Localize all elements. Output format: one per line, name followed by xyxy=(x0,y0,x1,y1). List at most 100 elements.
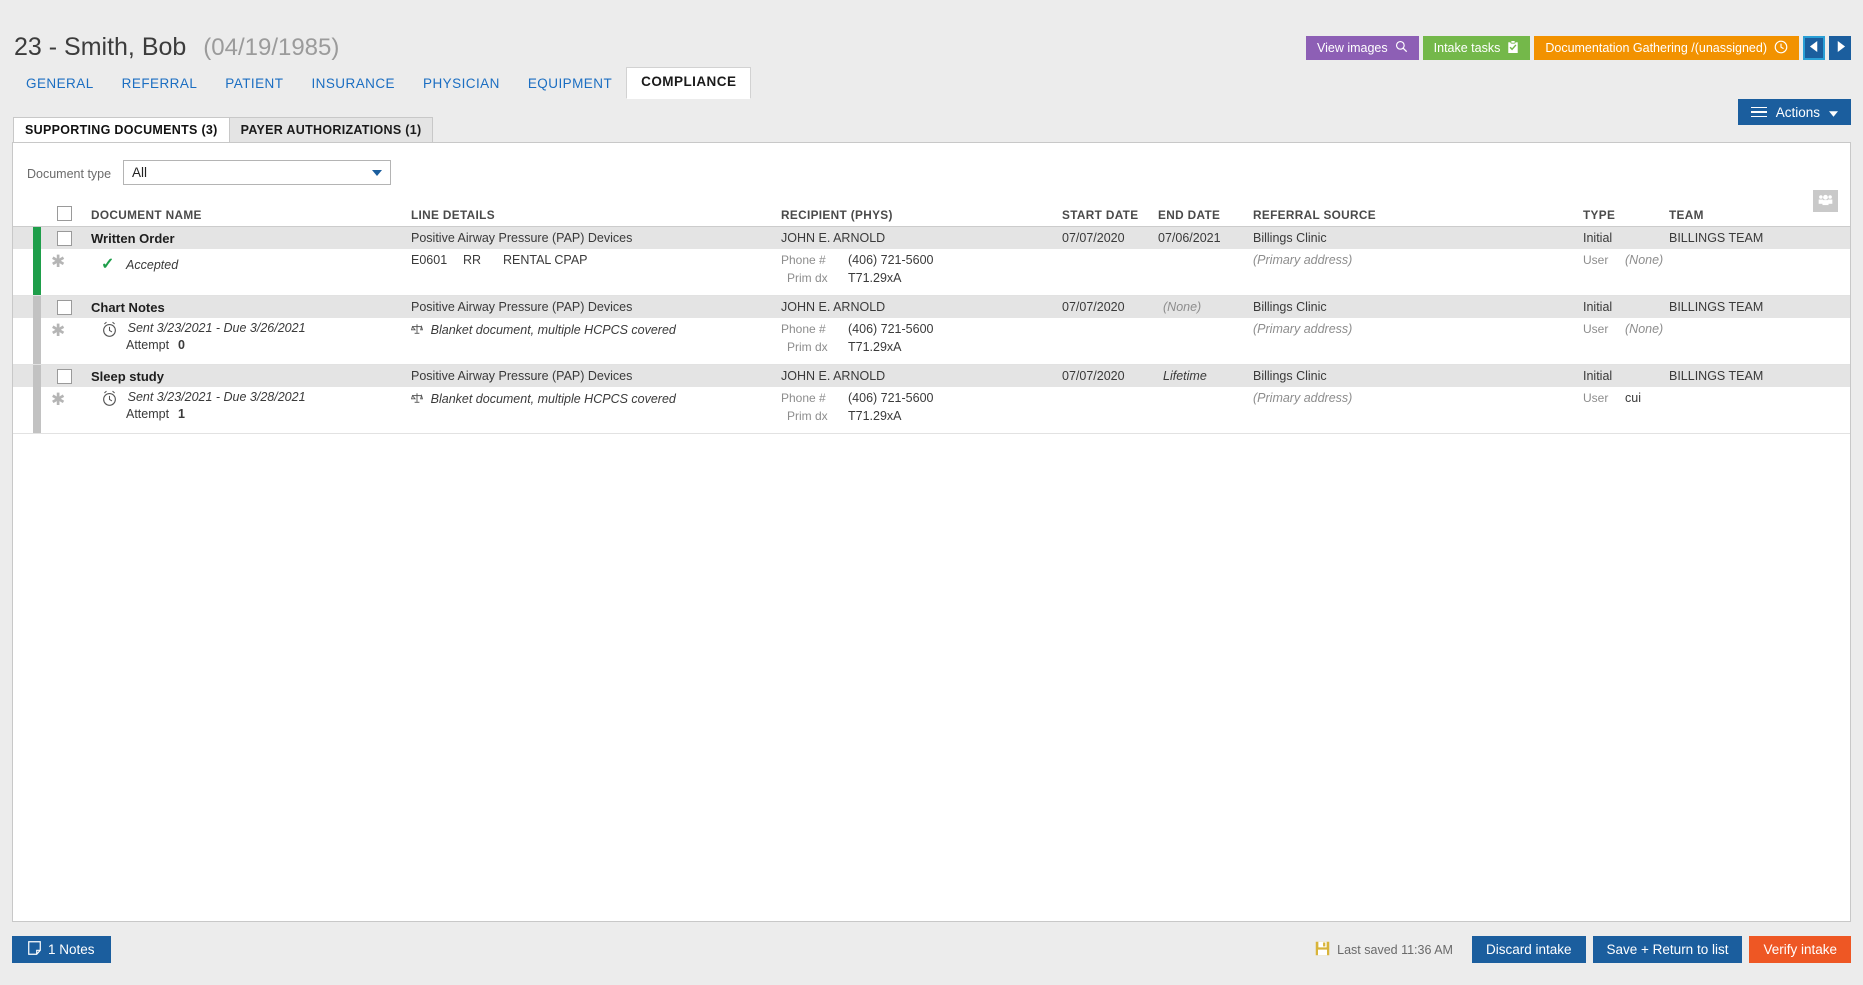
notes-button[interactable]: 1 Notes xyxy=(12,936,111,963)
tab-referral[interactable]: REFERRAL xyxy=(108,69,212,99)
line-details: Positive Airway Pressure (PAP) Devices xyxy=(411,369,633,383)
document-status-label: Accepted xyxy=(126,258,179,272)
attempt-value: 0 xyxy=(178,338,185,352)
referral-source: Billings Clinic xyxy=(1253,369,1327,383)
referral-address: (Primary address) xyxy=(1253,391,1353,405)
recipient-physician: JOHN E. ARNOLD xyxy=(781,300,886,314)
referral-address: (Primary address) xyxy=(1253,322,1353,336)
tab-patient[interactable]: PATIENT xyxy=(211,69,297,99)
line-detail-note-label: Blanket document, multiple HCPCS covered xyxy=(430,392,676,406)
document-type: Initial xyxy=(1583,369,1613,383)
chevron-left-icon xyxy=(1809,40,1820,56)
save-disk-icon xyxy=(1315,941,1330,959)
row-checkbox[interactable] xyxy=(57,231,72,246)
row-band xyxy=(13,296,1850,318)
footer-actions: Last saved 11:36 AM Discard intake Save … xyxy=(1315,936,1851,963)
hcpcs-code: E0601 xyxy=(411,253,448,267)
phone-value: (406) 721-5600 xyxy=(848,322,934,336)
table-row[interactable]: ✱ Written Order ✓ Accepted Positive Airw… xyxy=(13,227,1850,296)
actions-button[interactable]: Actions xyxy=(1737,99,1851,125)
last-saved-status: Last saved 11:36 AM xyxy=(1315,941,1453,959)
filter-row: Document type All xyxy=(13,157,1850,212)
table-row[interactable]: ✱ Sleep study Sent 3/23/2021 - Due 3/28/… xyxy=(13,365,1850,434)
discard-intake-button[interactable]: Discard intake xyxy=(1471,936,1586,963)
patient-name: 23 - Smith, Bob xyxy=(14,33,187,61)
header-action-buttons: View images Intake tasks Documentation G… xyxy=(1306,36,1851,60)
primary-dx-value: T71.29xA xyxy=(848,340,902,354)
recipient-physician: JOHN E. ARNOLD xyxy=(781,231,886,245)
col-end-date[interactable]: END DATE xyxy=(1158,208,1220,222)
tab-physician[interactable]: PHYSICIAN xyxy=(409,69,514,99)
clipboard-check-icon xyxy=(1507,39,1519,57)
view-images-button[interactable]: View images xyxy=(1306,36,1419,60)
patient-header: 23 - Smith, Bob (04/19/1985) GENERAL REF… xyxy=(0,0,1863,125)
start-date: 07/07/2020 xyxy=(1062,231,1125,245)
start-date: 07/07/2020 xyxy=(1062,369,1125,383)
blanket-document-icon xyxy=(410,323,424,338)
line-detail-note-label: Blanket document, multiple HCPCS covered xyxy=(430,323,676,337)
primary-nav-tabs: GENERAL REFERRAL PATIENT INSURANCE PHYSI… xyxy=(12,67,752,99)
document-status-label: Sent 3/23/2021 - Due 3/26/2021 xyxy=(127,321,306,335)
supporting-documents-grid: DOCUMENT NAME LINE DETAILS RECIPIENT (PH… xyxy=(13,204,1850,921)
favorite-star-icon[interactable]: ✱ xyxy=(51,253,65,270)
tab-equipment[interactable]: EQUIPMENT xyxy=(514,69,626,99)
row-checkbox[interactable] xyxy=(57,369,72,384)
next-record-button[interactable] xyxy=(1829,36,1851,60)
search-icon xyxy=(1395,40,1408,56)
hcpcs-description: RENTAL CPAP xyxy=(503,253,588,267)
row-checkbox[interactable] xyxy=(57,300,72,315)
document-type-label: Document type xyxy=(27,167,112,181)
attempt-label: Attempt xyxy=(126,407,170,421)
col-team[interactable]: TEAM xyxy=(1669,208,1704,222)
start-date: 07/07/2020 xyxy=(1062,300,1125,314)
favorite-star-icon[interactable]: ✱ xyxy=(51,391,65,408)
end-date: 07/06/2021 xyxy=(1158,231,1221,245)
select-all-checkbox[interactable] xyxy=(57,206,72,221)
tab-supporting-documents[interactable]: SUPPORTING DOCUMENTS (3) xyxy=(13,117,230,142)
referral-source: Billings Clinic xyxy=(1253,231,1327,245)
previous-record-button[interactable] xyxy=(1803,36,1825,60)
alarm-clock-icon xyxy=(101,389,118,410)
document-type-select[interactable]: All xyxy=(123,160,391,185)
attempt-value: 1 xyxy=(178,407,185,421)
workflow-status-button[interactable]: Documentation Gathering /(unassigned) xyxy=(1534,36,1799,60)
row-band xyxy=(13,365,1850,387)
tab-payer-authorizations[interactable]: PAYER AUTHORIZATIONS (1) xyxy=(229,117,434,142)
recipient-physician: JOHN E. ARNOLD xyxy=(781,369,886,383)
intake-tasks-label: Intake tasks xyxy=(1433,41,1501,55)
phone-value: (406) 721-5600 xyxy=(848,391,934,405)
save-return-to-list-button[interactable]: Save + Return to list xyxy=(1592,936,1743,963)
primary-dx-label: Prim dx xyxy=(787,340,828,354)
chevron-down-icon xyxy=(1829,105,1838,120)
table-row[interactable]: ✱ Chart Notes Sent 3/23/2021 - Due 3/26/… xyxy=(13,296,1850,365)
col-recipient-phys[interactable]: RECIPIENT (PHYS) xyxy=(781,208,893,222)
favorite-star-icon[interactable]: ✱ xyxy=(51,322,65,339)
user-label: User xyxy=(1583,253,1609,267)
document-type: Initial xyxy=(1583,300,1613,314)
user-label: User xyxy=(1583,322,1609,336)
hcpcs-modifier: RR xyxy=(463,253,482,267)
col-line-details[interactable]: LINE DETAILS xyxy=(411,208,495,222)
intake-tasks-button[interactable]: Intake tasks xyxy=(1422,36,1531,60)
chevron-down-icon xyxy=(372,170,382,176)
tab-insurance[interactable]: INSURANCE xyxy=(297,69,409,99)
verify-intake-button[interactable]: Verify intake xyxy=(1749,936,1851,963)
referral-source: Billings Clinic xyxy=(1253,300,1327,314)
workflow-status-label: Documentation Gathering /(unassigned) xyxy=(1545,41,1767,55)
col-referral-source[interactable]: REFERRAL SOURCE xyxy=(1253,208,1376,222)
line-detail-note: Blanket document, multiple HCPCS covered xyxy=(410,322,676,338)
primary-dx-label: Prim dx xyxy=(787,409,828,423)
col-document-name[interactable]: DOCUMENT NAME xyxy=(91,208,202,222)
primary-dx-label: Prim dx xyxy=(787,271,828,285)
notes-label: 1 Notes xyxy=(48,942,95,957)
end-date: (None) xyxy=(1163,300,1202,314)
phone-value: (406) 721-5600 xyxy=(848,253,934,267)
hamburger-icon xyxy=(1750,104,1767,121)
document-status: ✓ Accepted xyxy=(101,254,178,274)
col-start-date[interactable]: START DATE xyxy=(1062,208,1138,222)
view-images-label: View images xyxy=(1317,41,1388,55)
tab-compliance[interactable]: COMPLIANCE xyxy=(626,67,752,99)
col-type[interactable]: TYPE xyxy=(1583,208,1615,222)
team-name: BILLINGS TEAM xyxy=(1669,231,1764,245)
tab-general[interactable]: GENERAL xyxy=(12,69,108,99)
